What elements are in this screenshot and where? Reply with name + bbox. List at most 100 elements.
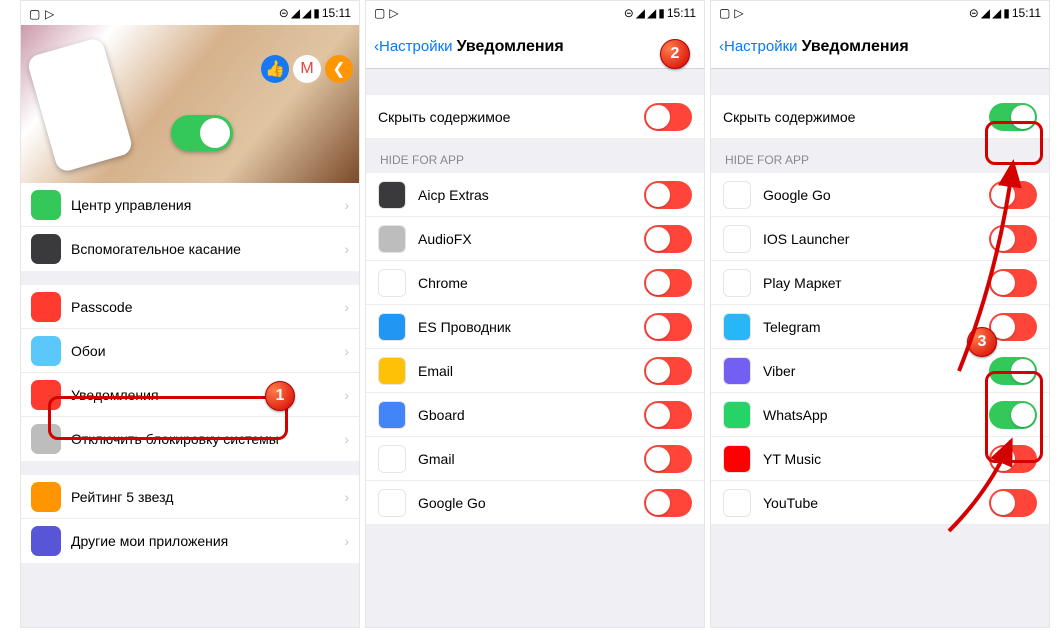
settings-row[interactable]: Вспомогательное касание›: [21, 227, 359, 271]
app-icon: [723, 269, 751, 297]
app-icon: [378, 181, 406, 209]
app-icon: [723, 401, 751, 429]
app-toggle[interactable]: [644, 401, 692, 429]
settings-group-1: Центр управления›Вспомогательное касание…: [21, 183, 359, 271]
app-icon: [378, 401, 406, 429]
app-icon: [378, 357, 406, 385]
app-icon: [723, 181, 751, 209]
app-label: Gboard: [418, 407, 644, 423]
nav-title: Уведомления: [802, 38, 909, 56]
hide-content-toggle[interactable]: [989, 103, 1037, 131]
annotation-badge-1: 1: [265, 381, 295, 411]
hide-content-row: Скрыть содержимое: [711, 95, 1049, 139]
row-icon: [31, 526, 61, 556]
app-row: Google Go: [711, 173, 1049, 217]
back-label: Настройки: [379, 38, 453, 55]
chevron-right-icon: ›: [344, 241, 349, 257]
gmail-icon[interactable]: M: [293, 55, 321, 83]
photo-icon: ▢: [29, 7, 41, 19]
app-toggle[interactable]: [644, 181, 692, 209]
row-icon: [31, 424, 61, 454]
app-toggle[interactable]: [989, 269, 1037, 297]
hero-toggle[interactable]: [171, 115, 233, 151]
settings-row[interactable]: Отключить блокировку системы›: [21, 417, 359, 461]
status-bar: ▢▷ ⊝◢◢▮15:11: [711, 1, 1049, 25]
app-toggle[interactable]: [989, 225, 1037, 253]
row-icon: [31, 190, 61, 220]
app-label: WhatsApp: [763, 407, 989, 423]
app-icon: [723, 445, 751, 473]
app-label: YouTube: [763, 495, 989, 511]
app-row: AudioFX: [366, 217, 704, 261]
app-list: Aicp ExtrasAudioFXChromeES ПроводникEmai…: [366, 173, 704, 525]
settings-row[interactable]: Центр управления›: [21, 183, 359, 227]
status-bar: ▢▷ ⊝◢◢▮15:11: [366, 1, 704, 25]
app-label: Google Go: [763, 187, 989, 203]
app-toggle[interactable]: [644, 357, 692, 385]
row-icon: [31, 482, 61, 512]
row-icon: [31, 234, 61, 264]
app-icon: [378, 269, 406, 297]
back-button[interactable]: ‹ Настройки: [374, 38, 453, 55]
app-toggle[interactable]: [644, 269, 692, 297]
app-toggle[interactable]: [644, 445, 692, 473]
chevron-right-icon: ›: [344, 343, 349, 359]
app-toggle[interactable]: [989, 357, 1037, 385]
nav-indicator-icon: ⊝: [279, 6, 289, 20]
section-hide-for-app: HIDE FOR APP: [711, 139, 1049, 173]
app-icon: [378, 225, 406, 253]
app-label: Aicp Extras: [418, 187, 644, 203]
app-row: Email: [366, 349, 704, 393]
like-icon[interactable]: 👍: [261, 55, 289, 83]
nav-title: Уведомления: [457, 38, 564, 56]
app-toggle[interactable]: [644, 313, 692, 341]
back-button[interactable]: ‹ Настройки: [719, 38, 798, 55]
chevron-right-icon: ›: [344, 431, 349, 447]
settings-row[interactable]: Рейтинг 5 звезд›: [21, 475, 359, 519]
row-label: Уведомления: [71, 387, 344, 403]
chevron-right-icon: ›: [344, 197, 349, 213]
settings-group-3: Рейтинг 5 звезд›Другие мои приложения›: [21, 475, 359, 563]
chevron-right-icon: ›: [344, 387, 349, 403]
app-toggle[interactable]: [989, 401, 1037, 429]
app-icon: [723, 225, 751, 253]
app-row: YouTube: [711, 481, 1049, 525]
clock-text: 15:11: [1012, 6, 1041, 20]
app-toggle[interactable]: [989, 489, 1037, 517]
screenshot-2: ▢▷ ⊝◢◢▮15:11 ‹ Настройки Уведомления Скр…: [365, 0, 705, 628]
settings-row[interactable]: Уведомления›: [21, 373, 359, 417]
app-label: YT Music: [763, 451, 989, 467]
share-icon[interactable]: ❮: [325, 55, 353, 83]
settings-row[interactable]: Passcode›: [21, 285, 359, 329]
chevron-right-icon: ›: [344, 299, 349, 315]
chevron-right-icon: ›: [344, 533, 349, 549]
app-row: Aicp Extras: [366, 173, 704, 217]
row-icon: [31, 292, 61, 322]
app-label: AudioFX: [418, 231, 644, 247]
signal-icon: ◢: [291, 6, 300, 20]
app-icon: [378, 489, 406, 517]
app-icon: [723, 489, 751, 517]
row-icon: [31, 380, 61, 410]
settings-row[interactable]: Другие мои приложения›: [21, 519, 359, 563]
app-toggle[interactable]: [989, 181, 1037, 209]
app-label: Gmail: [418, 451, 644, 467]
app-toggle[interactable]: [644, 489, 692, 517]
app-toggle[interactable]: [644, 225, 692, 253]
annotation-badge-3: 3: [967, 327, 997, 357]
app-row: Gmail: [366, 437, 704, 481]
settings-group-2: Passcode›Обои›Уведомления›Отключить блок…: [21, 285, 359, 461]
back-label: Настройки: [724, 38, 798, 55]
hide-content-row: Скрыть содержимое: [366, 95, 704, 139]
wifi-icon: ◢: [302, 6, 311, 20]
header-photo: 👍 M ❮: [21, 25, 359, 183]
app-label: Google Go: [418, 495, 644, 511]
app-toggle[interactable]: [989, 445, 1037, 473]
row-label: Отключить блокировку системы: [71, 431, 344, 447]
app-row: Gboard: [366, 393, 704, 437]
nav-header: ‹ Настройки Уведомления: [711, 25, 1049, 69]
hide-content-label: Скрыть содержимое: [723, 109, 989, 125]
settings-row[interactable]: Обои›: [21, 329, 359, 373]
status-bar: ▢ ▷ ⊝ ◢ ◢ ▮ 15:11: [21, 1, 359, 25]
hide-content-toggle[interactable]: [644, 103, 692, 131]
